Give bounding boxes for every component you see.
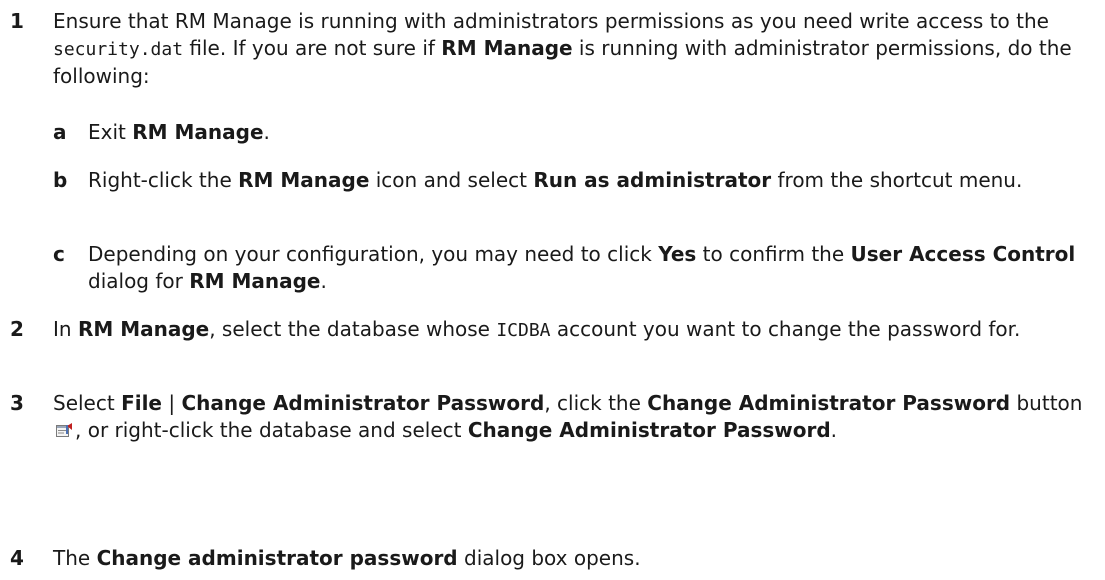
substep-c: c Depending on your configuration, you m… — [53, 241, 1100, 295]
filename: security.dat — [53, 39, 184, 60]
step-4: 4 The Change administrator password dial… — [10, 545, 1100, 572]
substep-a: a Exit RM Manage. — [53, 119, 1100, 146]
substep-b: b Right-click the RM Manage icon and sel… — [53, 167, 1100, 194]
step-2: 2 In RM Manage, select the database whos… — [10, 316, 1100, 344]
step-number: 2 — [10, 317, 24, 341]
substep-letter: b — [53, 168, 68, 192]
step-1: 1 Ensure that RM Manage is running with … — [10, 8, 1100, 90]
step-text: Select File | Change Administrator Passw… — [53, 391, 1083, 442]
step-text: In RM Manage, select the database whose … — [53, 317, 1021, 341]
substep-text: Depending on your configuration, you may… — [88, 242, 1076, 293]
step-number: 4 — [10, 546, 24, 570]
substep-text: Exit RM Manage. — [88, 120, 270, 144]
account-name: ICDBA — [496, 320, 551, 341]
step-text: The Change administrator password dialog… — [53, 546, 641, 570]
substep-letter: c — [53, 242, 65, 266]
step-number: 3 — [10, 391, 24, 415]
substep-text: Right-click the RM Manage icon and selec… — [88, 168, 1023, 192]
substep-letter: a — [53, 120, 67, 144]
step-3: 3 Select File | Change Administrator Pas… — [10, 390, 1100, 444]
change-admin-password-icon[interactable] — [55, 419, 73, 437]
document-page: 1 Ensure that RM Manage is running with … — [0, 0, 1105, 580]
step-text: Ensure that RM Manage is running with ad… — [53, 9, 1072, 88]
step-number: 1 — [10, 9, 24, 33]
